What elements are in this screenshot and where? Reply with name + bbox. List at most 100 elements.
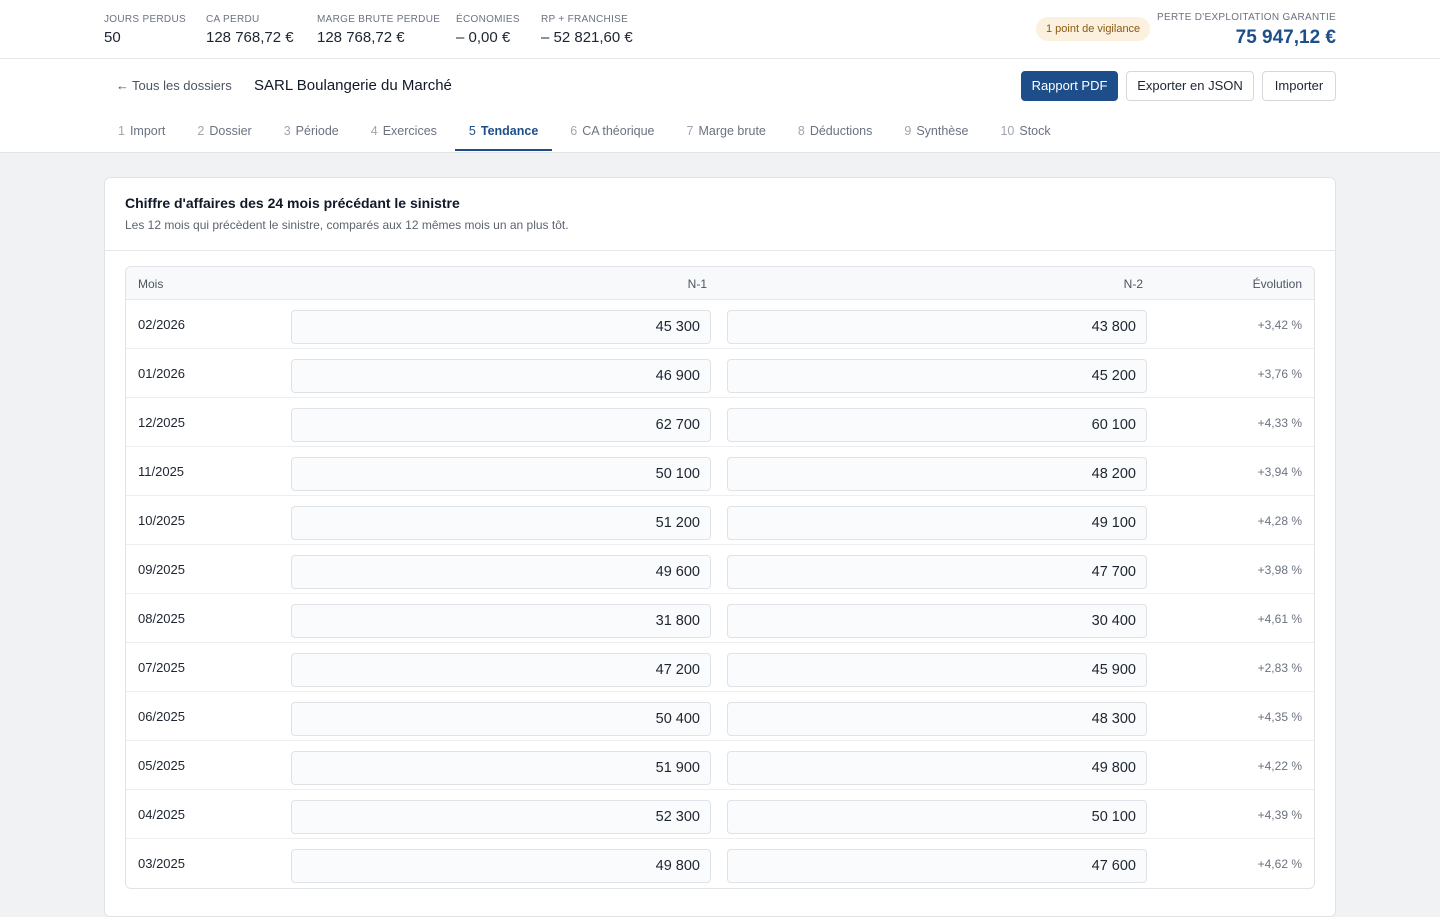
tab-label: CA théorique (582, 124, 655, 138)
tab-label: Marge brute (698, 124, 766, 138)
revenue-table: Mois N-1 N-2 Évolution 02/2026 45 300 43 8… (125, 266, 1315, 889)
n2-revenue-input[interactable]: 30 400 (727, 604, 1147, 638)
kpi-bar: JOURS PERDUS 50 CA PERDU 128 768,72 € MA… (0, 0, 1440, 59)
tab-label: Déductions (809, 124, 873, 138)
tab-number: 7 (686, 124, 694, 138)
evolution-cell: +4,35 % (1257, 710, 1302, 724)
n2-revenue-input[interactable]: 60 100 (727, 408, 1147, 442)
kpi-label: MARGE BRUTE PERDUE (317, 14, 441, 25)
table-row: 07/2025 47 200 45 900 +2,83 % (126, 643, 1314, 692)
tab-ca-th-orique[interactable]: 6 CA théorique (556, 115, 668, 151)
n1-revenue-input[interactable]: 50 100 (291, 457, 711, 491)
evolution-cell: +4,61 % (1257, 612, 1302, 626)
tab-marge-brute[interactable]: 7 Marge brute (673, 115, 780, 151)
kpi-rp-franchise: RP + FRANCHISE – 52 821,60 € (541, 14, 633, 47)
evolution-cell: +4,33 % (1257, 416, 1302, 430)
month-cell: 05/2025 (138, 758, 185, 773)
evolution-cell: +4,39 % (1257, 808, 1302, 822)
evolution-cell: +3,76 % (1257, 367, 1302, 381)
n1-revenue-input[interactable]: 31 800 (291, 604, 711, 638)
table-row: 09/2025 49 600 47 700 +3,98 % (126, 545, 1314, 594)
tab-dossier[interactable]: 2 Dossier (183, 115, 265, 151)
n2-revenue-input[interactable]: 48 200 (727, 457, 1147, 491)
case-header: ← Tous les dossiers SARL Boulangerie du M… (0, 59, 1440, 153)
tab-label: Stock (1019, 124, 1051, 138)
table-row: 01/2026 46 900 45 200 +3,76 % (126, 349, 1314, 398)
n1-revenue-input[interactable]: 46 900 (291, 359, 711, 393)
month-cell: 03/2025 (138, 856, 185, 871)
tab-synth-se[interactable]: 9 Synthèse (890, 115, 982, 151)
tab-d-ductions[interactable]: 8 Déductions (784, 115, 887, 151)
n1-revenue-input[interactable]: 49 600 (291, 555, 711, 589)
tab-import[interactable]: 1 Import (104, 115, 179, 151)
n1-revenue-input[interactable]: 45 300 (291, 310, 711, 344)
tab-tendance[interactable]: 5 Tendance (454, 115, 553, 151)
month-cell: 10/2025 (138, 513, 185, 528)
table-body: 02/2026 45 300 43 800 +3,42 % 01/2026 46 900 4… (126, 300, 1314, 888)
table-row: 02/2026 45 300 43 800 +3,42 % (126, 300, 1314, 349)
kpi-label: JOURS PERDUS (104, 14, 186, 25)
n1-revenue-input[interactable]: 47 200 (291, 653, 711, 687)
tab-exercices[interactable]: 4 Exercices (357, 115, 451, 151)
month-cell: 11/2025 (138, 464, 185, 479)
tab-number: 3 (283, 124, 291, 138)
card-title: Chiffre d'affaires des 24 mois précédant… (125, 195, 460, 211)
n2-revenue-input[interactable]: 49 800 (727, 751, 1147, 785)
tab-stock[interactable]: 10 Stock (986, 115, 1064, 151)
kpi-label: ÉCONOMIES (456, 14, 520, 25)
evolution-cell: +3,98 % (1257, 563, 1302, 577)
column-header-evolution: Évolution (1252, 277, 1302, 291)
n2-revenue-input[interactable]: 49 100 (727, 506, 1147, 540)
pdf-report-button[interactable]: Rapport PDF (1021, 71, 1118, 101)
n1-revenue-input[interactable]: 49 800 (291, 849, 711, 883)
n1-revenue-input[interactable]: 62 700 (291, 408, 711, 442)
n2-revenue-input[interactable]: 48 300 (727, 702, 1147, 736)
month-cell: 09/2025 (138, 562, 185, 577)
tab-number: 8 (797, 124, 805, 138)
kpi-marge-brute-perdue: MARGE BRUTE PERDUE 128 768,72 € (317, 14, 440, 47)
tab-number: 9 (904, 124, 912, 138)
card-subtitle: Les 12 mois qui précèdent le sinistre, c… (125, 218, 569, 232)
case-title: SARL Boulangerie du Marché (254, 77, 452, 94)
arrow-left-icon: ← (116, 78, 129, 93)
table-row: 08/2025 31 800 30 400 +4,61 % (126, 594, 1314, 643)
month-cell: 06/2025 (138, 709, 185, 724)
table-row: 12/2025 62 700 60 100 +4,33 % (126, 398, 1314, 447)
import-button[interactable]: Importer (1262, 71, 1336, 101)
revenue-24-months-card: Chiffre d'affaires des 24 mois précédant… (104, 177, 1336, 917)
n1-revenue-input[interactable]: 50 400 (291, 702, 711, 736)
table-row: 06/2025 50 400 48 300 +4,35 % (126, 692, 1314, 741)
export-json-button[interactable]: Exporter en JSON (1126, 71, 1254, 101)
evolution-cell: +2,83 % (1257, 661, 1302, 675)
n1-revenue-input[interactable]: 51 900 (291, 751, 711, 785)
kpi-value: – 0,00 € (456, 29, 511, 46)
back-to-all-cases-link[interactable]: ← Tous les dossiers (116, 78, 232, 93)
kpi-value: 128 768,72 € (317, 29, 405, 46)
kpi-label: RP + FRANCHISE (541, 14, 629, 25)
table-row: 11/2025 50 100 48 200 +3,94 % (126, 447, 1314, 496)
kpi-value: 50 (104, 29, 121, 46)
kpi-value: – 52 821,60 € (541, 29, 633, 46)
guarantee-value: 75 947,12 € (1235, 27, 1336, 48)
evolution-cell: +3,42 % (1257, 318, 1302, 332)
evolution-cell: +4,22 % (1257, 759, 1302, 773)
n2-revenue-input[interactable]: 47 600 (727, 849, 1147, 883)
month-cell: 02/2026 (138, 317, 185, 332)
guarantee-label: PERTE D'EXPLOITATION GARANTIE (1157, 12, 1336, 23)
n1-revenue-input[interactable]: 52 300 (291, 800, 711, 834)
tab-label: Synthèse (916, 124, 969, 138)
n2-revenue-input[interactable]: 50 100 (727, 800, 1147, 834)
n1-revenue-input[interactable]: 51 200 (291, 506, 711, 540)
month-cell: 12/2025 (138, 415, 185, 430)
n2-revenue-input[interactable]: 47 700 (727, 555, 1147, 589)
n2-revenue-input[interactable]: 45 200 (727, 359, 1147, 393)
n2-revenue-input[interactable]: 45 900 (727, 653, 1147, 687)
tab-label: Dossier (209, 124, 252, 138)
vigilance-badge[interactable]: 1 point de vigilance (1036, 17, 1151, 41)
n2-revenue-input[interactable]: 43 800 (727, 310, 1147, 344)
column-header-n2: N-2 (1123, 277, 1143, 291)
tab-number: 1 (118, 124, 125, 138)
tab-number: 5 (468, 124, 476, 138)
back-link-label: Tous les dossiers (132, 78, 232, 93)
tab-p-riode[interactable]: 3 Période (270, 115, 353, 151)
